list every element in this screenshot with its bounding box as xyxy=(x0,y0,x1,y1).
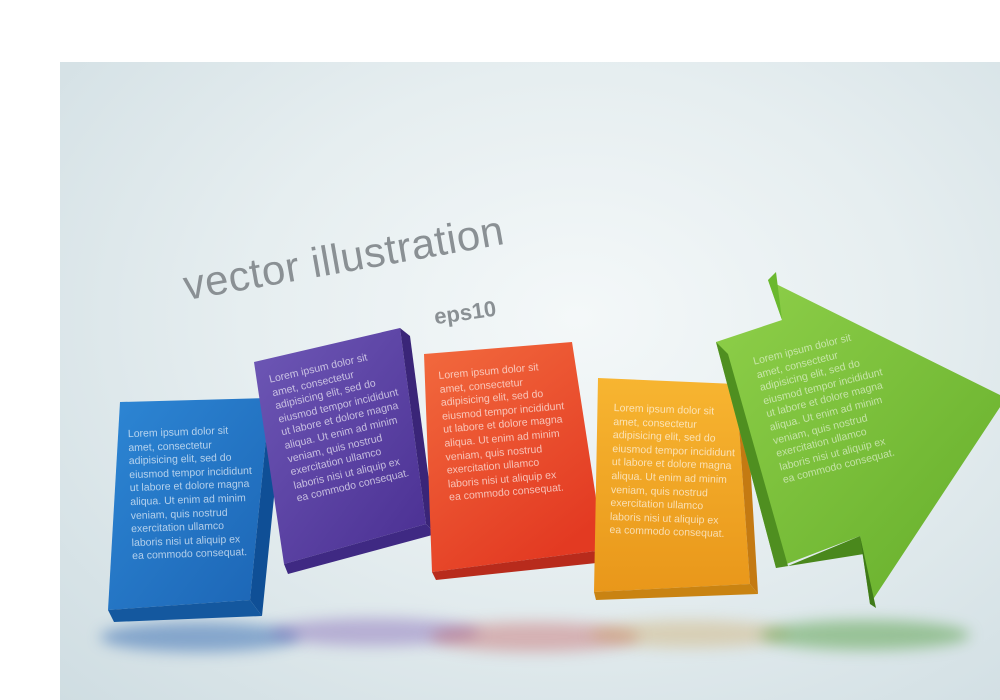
illustration-canvas: vector illustration eps10 Lorem ipsum do… xyxy=(60,62,1000,700)
red-card-text: Lorem ipsum dolor sit amet, consectetur … xyxy=(438,361,565,504)
blue-card-text: Lorem ipsum dolor sit amet, consectetur … xyxy=(127,424,253,563)
blue-shadow xyxy=(100,622,300,652)
subheading-text: eps10 xyxy=(432,295,498,330)
red-card: Lorem ipsum dolor sit amet, consectetur … xyxy=(420,340,610,585)
purple-card: Lorem ipsum dolor sit amet, consectetur … xyxy=(250,324,440,579)
green-arrow: Lorem ipsum dolor sit amet, consectetur … xyxy=(710,268,1000,608)
heading-text: vector illustration xyxy=(179,206,508,310)
green-shadow xyxy=(760,620,970,650)
